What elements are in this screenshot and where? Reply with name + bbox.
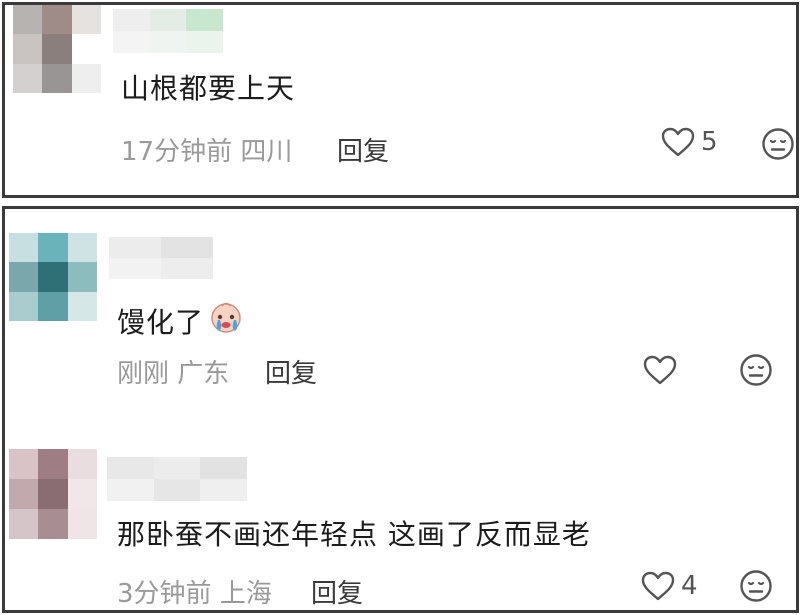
reply-button[interactable]: 回复 [265, 353, 317, 390]
avatar-pixel [42, 34, 72, 64]
avatar-pixel [67, 449, 97, 479]
avatar-pixel [13, 5, 43, 35]
comment-text: 馒化了 [117, 299, 244, 342]
avatar[interactable] [9, 233, 97, 321]
avatar-pixel [67, 233, 97, 263]
username-pixel [186, 9, 223, 31]
comment-time-location: 17分钟前 四川 [121, 131, 292, 168]
like-count: 5 [701, 127, 718, 157]
avatar-pixel [9, 291, 39, 321]
username-pixel [161, 237, 213, 258]
avatar-pixel [67, 291, 97, 321]
avatar-pixel [9, 233, 39, 263]
comment-location: 四川 [240, 137, 293, 167]
neutral-face-icon [739, 569, 773, 603]
comment-time-location: 3分钟前 上海 [117, 573, 272, 610]
avatar-pixel [38, 262, 68, 292]
avatar-pixel [9, 509, 39, 539]
heart-icon [643, 355, 677, 385]
username-blurred[interactable] [107, 457, 247, 501]
username-pixel [153, 479, 201, 501]
like-button[interactable] [643, 355, 683, 385]
avatar-pixel [71, 63, 101, 93]
comment-time: 17分钟前 [121, 137, 233, 167]
comment-panel: 山根都要上天 17分钟前 四川 回复 5 [2, 2, 799, 198]
avatar-pixel [42, 63, 72, 93]
avatar-pixel [38, 291, 68, 321]
avatar-pixel [38, 233, 68, 263]
emoji-reaction-button[interactable] [761, 127, 795, 161]
comment-text: 山根都要上天 [121, 72, 296, 105]
username-blurred[interactable] [109, 237, 213, 279]
comment-location: 上海 [219, 579, 272, 609]
username-pixel [200, 457, 247, 479]
comment-text: 那卧蚕不画还年轻点 这画了反而显老 [117, 518, 591, 551]
avatar-pixel [9, 449, 39, 479]
comment-panel: 馒化了 刚刚 广东 回复 那卧蚕不画还年轻点 这画了反而显老 3分钟前 上海 回… [2, 206, 799, 613]
reply-button[interactable]: 回复 [311, 573, 363, 610]
avatar-pixel [9, 262, 39, 292]
username-pixel [149, 31, 187, 53]
reply-button[interactable]: 回复 [337, 131, 389, 168]
emoji-reaction-button[interactable] [739, 569, 773, 603]
avatar-pixel [67, 479, 97, 509]
comment-location: 广东 [177, 359, 230, 389]
comment-time: 刚刚 [117, 359, 170, 389]
avatar[interactable] [13, 5, 101, 93]
avatar-pixel [42, 5, 72, 35]
avatar[interactable] [9, 449, 97, 539]
avatar-pixel [67, 262, 97, 292]
like-button[interactable]: 4 [641, 571, 698, 601]
avatar-pixel [71, 34, 101, 64]
username-pixel [186, 31, 223, 53]
username-pixel [153, 457, 201, 479]
avatar-pixel [67, 509, 97, 539]
heart-icon [661, 127, 695, 157]
avatar-pixel [71, 5, 101, 35]
avatar-pixel [38, 449, 68, 479]
username-pixel [109, 258, 161, 279]
avatar-pixel [13, 63, 43, 93]
avatar-pixel [13, 34, 43, 64]
username-blurred[interactable] [113, 9, 223, 53]
like-count: 4 [681, 571, 698, 601]
emoji-reaction-button[interactable] [739, 353, 773, 387]
username-pixel [200, 479, 247, 501]
comment-time: 3分钟前 [117, 579, 212, 609]
username-pixel [113, 9, 150, 31]
neutral-face-icon [761, 127, 795, 161]
avatar-pixel [38, 509, 68, 539]
username-pixel [149, 9, 187, 31]
comment-time-location: 刚刚 广东 [117, 353, 229, 390]
avatar-pixel [9, 479, 39, 509]
avatar-pixel [38, 479, 68, 509]
neutral-face-icon [739, 353, 773, 387]
username-pixel [107, 457, 154, 479]
like-button[interactable]: 5 [661, 127, 718, 157]
crying-face-emoji [208, 299, 244, 342]
username-pixel [113, 31, 150, 53]
heart-icon [641, 571, 675, 601]
username-pixel [109, 237, 161, 258]
username-pixel [161, 258, 213, 279]
username-pixel [107, 479, 154, 501]
